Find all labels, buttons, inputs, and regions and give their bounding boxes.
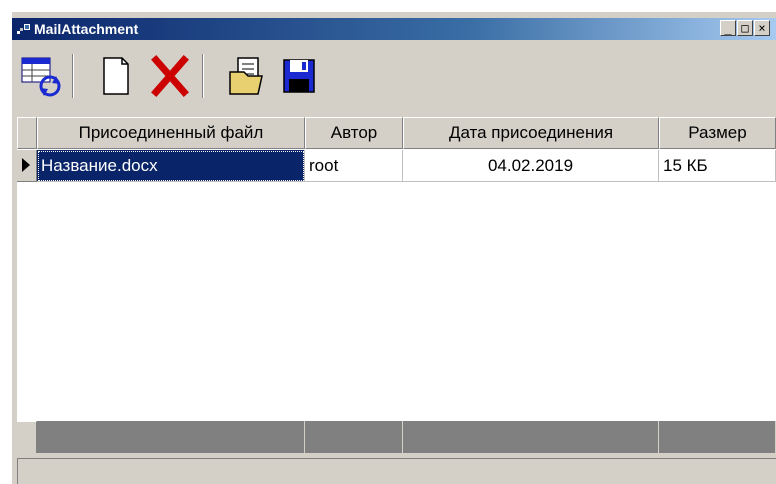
table-row-date-cell[interactable]: 04.02.2019: [403, 150, 659, 182]
row-indicator[interactable]: [17, 150, 37, 182]
new-button[interactable]: [94, 52, 138, 100]
window-title: MailAttachment: [34, 21, 139, 37]
table-row-author-cell[interactable]: root: [305, 150, 403, 182]
column-header-author[interactable]: Автор: [305, 117, 403, 149]
toolbar: [12, 40, 776, 114]
top-strip: [0, 0, 776, 12]
new-document-icon: [103, 57, 129, 95]
left-edge: [0, 12, 12, 484]
footer-cell-file: [37, 421, 305, 453]
header-corner: [17, 117, 37, 149]
maximize-button[interactable]: □: [737, 20, 753, 36]
column-header-file[interactable]: Присоединенный файл: [37, 117, 305, 149]
table-row-size-cell[interactable]: 15 КБ: [659, 150, 776, 182]
floppy-disk-icon: [283, 59, 315, 93]
table-row-file-cell[interactable]: Название.docx: [37, 150, 305, 182]
toolbar-separator: [72, 54, 74, 98]
close-button[interactable]: ×: [754, 20, 770, 36]
main-window: MailAttachment _ □ × Присоединенный файл…: [0, 0, 776, 484]
status-bar: [17, 458, 776, 484]
footer-cell-date: [403, 421, 659, 453]
save-button[interactable]: [276, 52, 320, 100]
app-icon: [17, 24, 30, 34]
minimize-button[interactable]: _: [720, 20, 736, 36]
footer-cell-author: [305, 421, 403, 453]
refresh-table-icon: [21, 57, 61, 97]
delete-button[interactable]: [148, 52, 192, 100]
toolbar-separator: [202, 54, 204, 98]
refresh-button[interactable]: [20, 52, 64, 100]
open-file-icon: [229, 57, 263, 95]
attachments-grid[interactable]: Присоединенный файл Автор Дата присоедин…: [17, 117, 776, 453]
footer-corner: [17, 421, 37, 453]
title-bar[interactable]: MailAttachment _ □ ×: [12, 18, 776, 40]
red-x-delete-icon: [151, 55, 189, 97]
column-header-size[interactable]: Размер: [659, 117, 776, 149]
footer-cell-size: [659, 421, 776, 453]
column-header-date[interactable]: Дата присоединения: [403, 117, 659, 149]
open-button[interactable]: [224, 52, 268, 100]
current-row-arrow-icon: [22, 158, 30, 172]
